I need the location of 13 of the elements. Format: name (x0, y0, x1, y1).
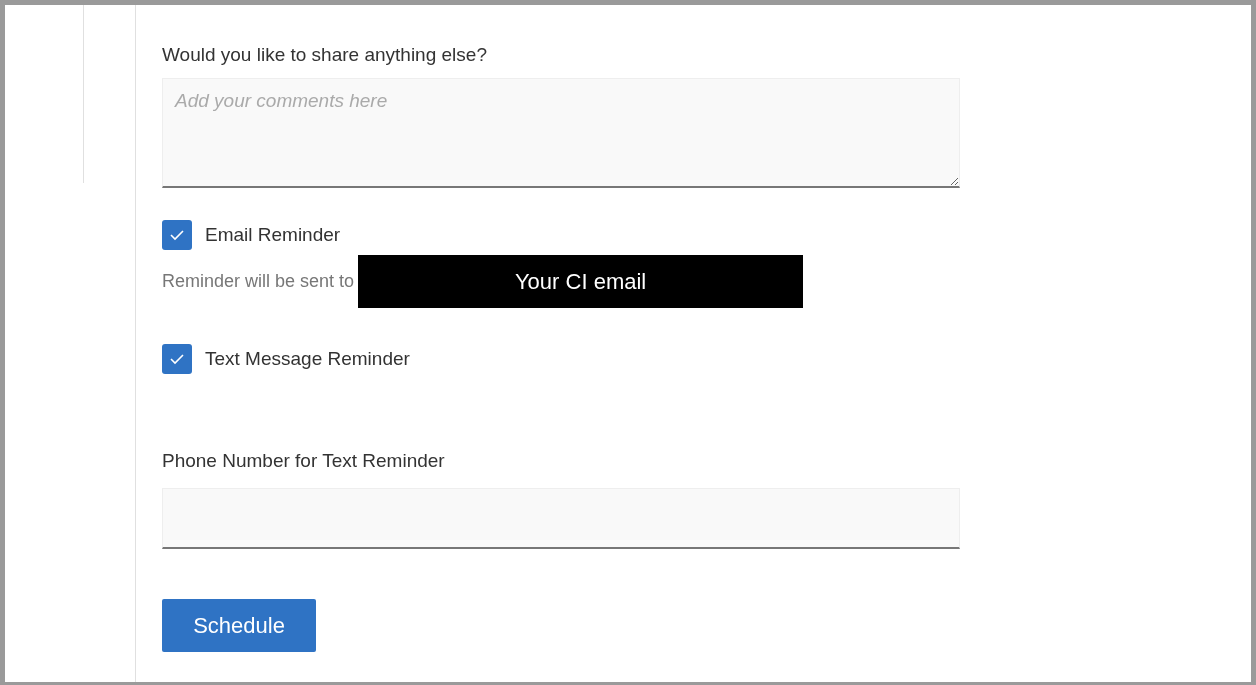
check-icon (169, 353, 185, 365)
phone-label: Phone Number for Text Reminder (162, 449, 446, 473)
checkbox-label: Text Message Reminder (205, 346, 410, 371)
comments-field[interactable]: Add your comments here (162, 78, 960, 188)
checkbox-label: Email Reminder (205, 222, 341, 247)
check-icon (169, 229, 185, 241)
checkbox[interactable] (162, 344, 192, 374)
checkbox[interactable] (162, 220, 192, 250)
comments-label: Would you like to share anything else? (162, 43, 488, 67)
phone-field[interactable] (162, 487, 960, 549)
reminder-note: Reminder will be sent to (162, 270, 355, 293)
email-address: Your CI email (358, 255, 804, 308)
schedule-button[interactable]: Schedule (162, 598, 316, 652)
